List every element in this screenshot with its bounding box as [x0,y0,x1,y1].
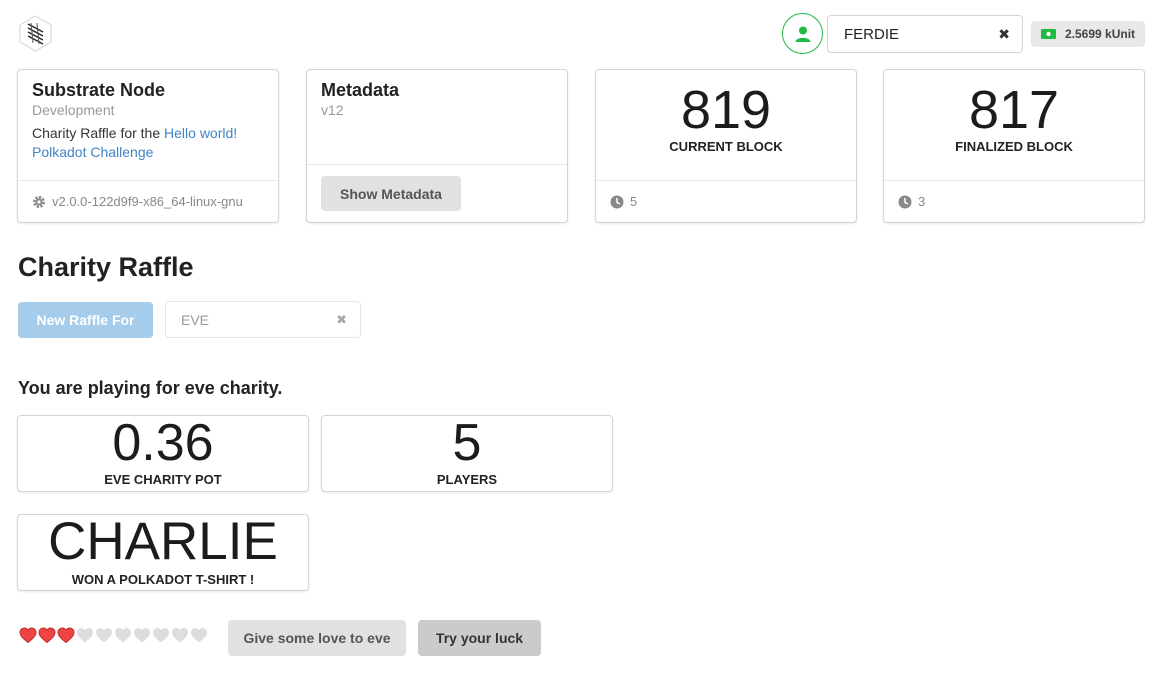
substrate-logo[interactable] [17,15,54,52]
players-label: PLAYERS [436,472,498,487]
description-text: Charity Raffle for the [32,125,165,141]
winner-value: CHARLIE [48,512,278,571]
account-avatar[interactable] [782,13,823,54]
version-text: v2.0.0-122d9f9-x86_64-linux-gnu [52,194,243,209]
finalized-block-card: 817 FINALIZED BLOCK 3 [883,69,1145,223]
current-block-timer: 5 [630,194,638,209]
give-love-button[interactable]: Give some love to eve [228,620,406,656]
close-icon[interactable]: ✖ [336,312,347,328]
try-luck-button[interactable]: Try your luck [418,620,541,656]
metadata-footer: Show Metadata [307,164,567,222]
pot-stat: 0.36 EVE CHARITY POT [17,415,309,492]
playing-status-text: You are playing for eve charity. [18,378,283,398]
clock-icon [898,195,912,208]
heart-icon[interactable] [133,627,151,644]
node-title: Substrate Node [32,80,166,100]
node-version: v2.0.0-122d9f9-x86_64-linux-gnu [18,180,278,222]
pot-label: EVE CHARITY POT [104,472,222,487]
heart-icon[interactable] [114,627,132,644]
new-raffle-button[interactable]: New Raffle For [18,302,153,338]
user-icon [795,26,810,42]
heart-icon[interactable] [19,627,37,644]
heart-icon[interactable] [57,627,75,644]
winner-stat: CHARLIE WON A POLKADOT T-SHIRT ! [17,514,309,591]
show-metadata-button[interactable]: Show Metadata [321,176,461,211]
gear-icon [33,195,45,208]
charity-selected-value: EVE [181,312,210,328]
account-name: FERDIE [844,26,900,43]
players-value: 5 [452,414,482,472]
heart-icon[interactable] [171,627,189,644]
balance-value: 2.5699 kUnit [1065,27,1136,41]
current-block-label: CURRENT BLOCK [669,139,783,154]
node-chain: Development [32,102,115,118]
close-icon[interactable]: ✖ [998,26,1010,43]
metadata-card: Metadata v12 Show Metadata [306,69,568,223]
current-block-value: 819 [680,80,772,140]
charity-select[interactable]: EVE ✖ [165,301,361,338]
app-page: FERDIE ✖ 2.5699 kUnit Substrate Node Dev… [0,0,1175,692]
winner-label: WON A POLKADOT T-SHIRT ! [71,572,255,587]
finalized-block-timer: 3 [918,194,926,209]
current-block-footer: 5 [596,180,856,222]
finalized-block-footer: 3 [884,180,1144,222]
heart-icon[interactable] [95,627,113,644]
current-block-card: 819 CURRENT BLOCK 5 [595,69,857,223]
node-description: Charity Raffle for the Hello world! Polk… [32,124,264,162]
account-select[interactable]: FERDIE ✖ [827,15,1023,53]
finalized-block-label: FINALIZED BLOCK [955,139,1073,154]
raffle-heading: Charity Raffle [18,252,194,282]
pot-value: 0.36 [112,414,214,472]
balance-badge: 2.5699 kUnit [1031,21,1145,47]
heart-icon[interactable] [38,627,56,644]
money-icon [1041,29,1056,39]
players-stat: 5 PLAYERS [321,415,613,492]
heart-icon[interactable] [190,627,208,644]
heart-icon[interactable] [152,627,170,644]
clock-icon [610,195,624,208]
finalized-block-value: 817 [968,80,1060,140]
heart-icon[interactable] [76,627,94,644]
node-info-card: Substrate Node Development Charity Raffl… [17,69,279,223]
love-rating[interactable] [19,627,208,644]
metadata-title: Metadata [321,80,400,100]
metadata-version: v12 [321,102,344,118]
